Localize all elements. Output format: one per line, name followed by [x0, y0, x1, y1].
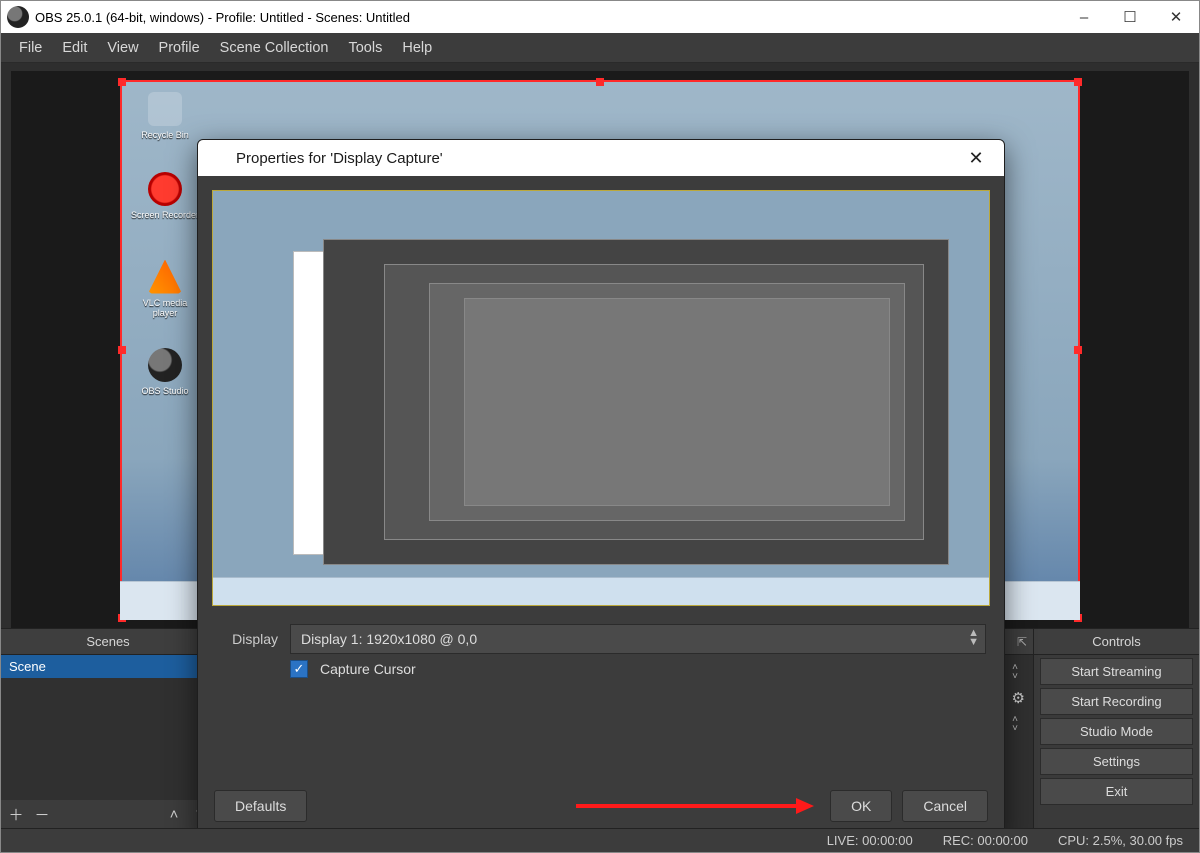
status-bar: LIVE: 00:00:00 REC: 00:00:00 CPU: 2.5%, …: [1, 828, 1199, 852]
resize-handle-top-right[interactable]: [1074, 78, 1082, 86]
obs-logo-icon: [7, 6, 29, 28]
scenes-dock: Scenes Scene ＋ － ˄ ˅: [1, 629, 216, 828]
scene-remove-button[interactable]: －: [31, 804, 53, 824]
menu-bar: File Edit View Profile Scene Collection …: [1, 33, 1199, 63]
resize-handle-top-left[interactable]: [118, 78, 126, 86]
menu-help[interactable]: Help: [392, 33, 442, 63]
transitions-popout-icon[interactable]: ⇱: [1017, 635, 1027, 649]
status-live: LIVE: 00:00:00: [827, 833, 913, 848]
capture-cursor-label[interactable]: Capture Cursor: [320, 661, 416, 677]
exit-button[interactable]: Exit: [1040, 778, 1193, 805]
dialog-close-button[interactable]: ✕: [958, 148, 994, 169]
defaults-button[interactable]: Defaults: [214, 790, 307, 822]
main-area: Recycle Bin Screen Recorder VLC media pl…: [1, 63, 1199, 828]
menu-edit[interactable]: Edit: [52, 33, 97, 63]
transition-settings-icon[interactable]: ⚙: [1012, 689, 1025, 707]
display-label: Display: [216, 631, 278, 647]
dialog-preview: [198, 176, 1004, 606]
menu-tools[interactable]: Tools: [338, 33, 392, 63]
menu-file[interactable]: File: [9, 33, 52, 63]
properties-dialog: Properties for 'Display Capture' ✕: [197, 139, 1005, 828]
resize-handle-right[interactable]: [1074, 346, 1082, 354]
annotation-arrow-icon: [576, 796, 816, 816]
display-select[interactable]: Display 1: 1920x1080 @ 0,0 ▲▼: [290, 624, 986, 654]
resize-handle-bottom-right[interactable]: [1074, 614, 1082, 622]
menu-view[interactable]: View: [97, 33, 148, 63]
controls-dock: Controls Start Streaming Start Recording…: [1034, 629, 1199, 828]
start-streaming-button[interactable]: Start Streaming: [1040, 658, 1193, 685]
menu-profile[interactable]: Profile: [149, 33, 210, 63]
scenes-list[interactable]: Scene: [1, 655, 215, 800]
dialog-form: Display Display 1: 1920x1080 @ 0,0 ▲▼ ✓ …: [198, 606, 1004, 696]
capture-cursor-checkbox[interactable]: ✓: [290, 660, 308, 678]
scene-move-up-button[interactable]: ˄: [163, 804, 185, 824]
controls-dock-title: Controls: [1092, 634, 1140, 649]
status-cpu: CPU: 2.5%, 30.00 fps: [1058, 833, 1183, 848]
start-recording-button[interactable]: Start Recording: [1040, 688, 1193, 715]
settings-button[interactable]: Settings: [1040, 748, 1193, 775]
display-select-value: Display 1: 1920x1080 @ 0,0: [301, 631, 477, 647]
scenes-dock-title: Scenes: [86, 634, 129, 649]
window-title: OBS 25.0.1 (64-bit, windows) - Profile: …: [35, 10, 1061, 25]
dialog-title-bar[interactable]: Properties for 'Display Capture' ✕: [198, 140, 1004, 176]
preview-mirror-2: [384, 264, 924, 540]
scene-item-selected[interactable]: Scene: [1, 655, 215, 678]
window-close-button[interactable]: ✕: [1153, 1, 1199, 33]
preview-taskbar: [213, 577, 989, 605]
dialog-preview-canvas: [212, 190, 990, 606]
dialog-title: Properties for 'Display Capture': [236, 150, 443, 167]
resize-handle-bottom-left[interactable]: [118, 614, 126, 622]
dialog-button-row: Defaults OK Cancel: [198, 780, 1004, 828]
obs-window: OBS 25.0.1 (64-bit, windows) - Profile: …: [0, 0, 1200, 853]
dialog-obs-icon: [208, 148, 228, 168]
cancel-button[interactable]: Cancel: [902, 790, 988, 822]
preview-mirror-1: [323, 239, 949, 565]
resize-handle-top[interactable]: [596, 78, 604, 86]
menu-scene-collection[interactable]: Scene Collection: [210, 33, 339, 63]
scene-add-button[interactable]: ＋: [5, 804, 27, 824]
preview-mirror-4: [464, 298, 890, 506]
display-select-spinner-icon[interactable]: ▲▼: [968, 629, 979, 647]
window-minimize-button[interactable]: –: [1061, 1, 1107, 33]
title-bar[interactable]: OBS 25.0.1 (64-bit, windows) - Profile: …: [1, 1, 1199, 33]
preview-mirror-3: [429, 283, 905, 521]
transition-duration-updown[interactable]: ˄˅: [1005, 715, 1025, 733]
transition-select-updown[interactable]: ˄˅: [1005, 663, 1025, 681]
ok-button[interactable]: OK: [830, 790, 892, 822]
studio-mode-button[interactable]: Studio Mode: [1040, 718, 1193, 745]
status-rec: REC: 00:00:00: [943, 833, 1028, 848]
window-maximize-button[interactable]: ☐: [1107, 1, 1153, 33]
resize-handle-left[interactable]: [118, 346, 126, 354]
